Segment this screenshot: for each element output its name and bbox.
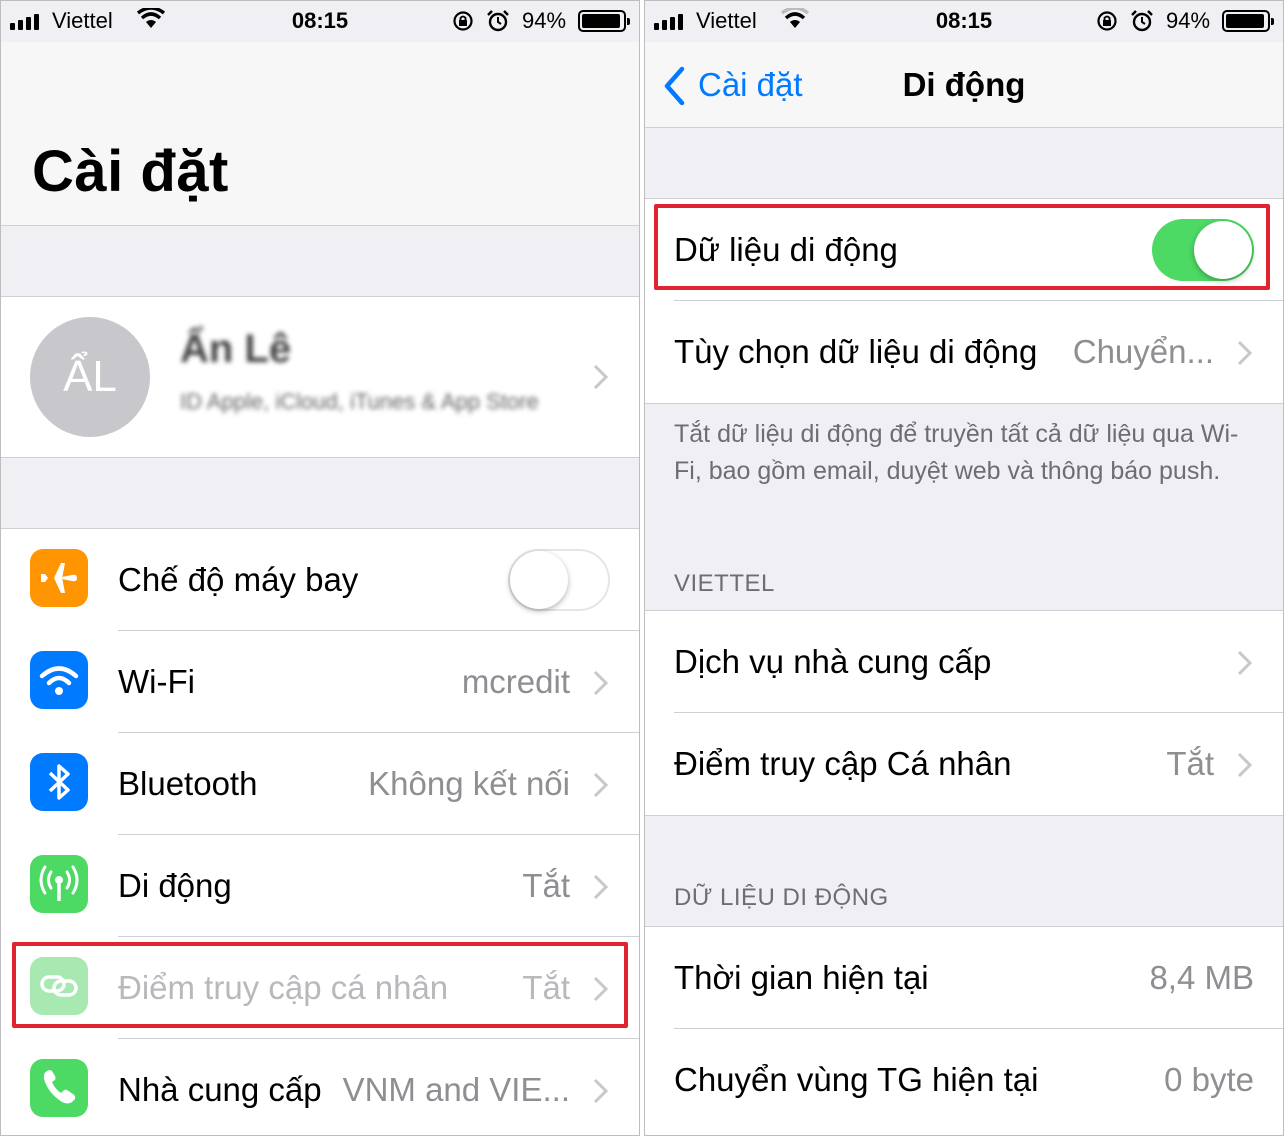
section-header-carrier: VIETTEL bbox=[674, 570, 775, 597]
battery-icon bbox=[1222, 10, 1274, 32]
battery-icon bbox=[578, 10, 630, 32]
rotation-lock-icon bbox=[1097, 11, 1117, 31]
wifi-icon bbox=[30, 651, 88, 709]
carrier-services-label: Dịch vụ nhà cung cấp bbox=[674, 643, 992, 680]
carrier-value: VNM and VIE... bbox=[342, 1071, 570, 1108]
phone-icon bbox=[30, 1059, 88, 1117]
avatar: ẨL bbox=[30, 317, 150, 437]
section-header-usage: DỮ LIỆU DI ĐỘNG bbox=[674, 884, 889, 911]
usage-group: Thời gian hiện tại 8,4 MB Chuyển vùng TG… bbox=[644, 926, 1284, 1136]
navigation-bar: Cài đặt Di động bbox=[644, 42, 1284, 128]
page-title: Cài đặt bbox=[32, 139, 229, 204]
status-bar: Viettel 08:15 94% bbox=[644, 0, 1284, 42]
list-item-bluetooth[interactable]: Bluetooth Không kết nối bbox=[0, 733, 640, 835]
cellular-data-options-row[interactable]: Tùy chọn dữ liệu di động Chuyển... bbox=[644, 301, 1284, 403]
settings-header: Cài đặt bbox=[0, 42, 640, 226]
cellular-data-options-value: Chuyển... bbox=[1072, 333, 1214, 370]
rotation-lock-icon bbox=[453, 11, 473, 31]
chevron-right-icon bbox=[1237, 752, 1253, 778]
battery-percent: 94% bbox=[1166, 8, 1211, 33]
roaming-label: Chuyển vùng TG hiện tại bbox=[674, 1061, 1039, 1098]
carrier-label: Nhà cung cấp bbox=[118, 1071, 322, 1108]
bluetooth-label: Bluetooth bbox=[118, 765, 258, 802]
cellular-label: Di động bbox=[118, 867, 232, 904]
roaming-value: 0 byte bbox=[1164, 1061, 1254, 1098]
current-period-row: Thời gian hiện tại 8,4 MB bbox=[644, 927, 1284, 1029]
highlight-box bbox=[654, 204, 1270, 290]
settings-list: Chế độ máy bay Wi-Fi mcredit Bluetooth K… bbox=[0, 528, 640, 1136]
alarm-icon bbox=[1131, 10, 1153, 32]
status-bar: Viettel 08:15 94% bbox=[0, 0, 640, 42]
profile-subtitle: ID Apple, iCloud, iTunes & App Store bbox=[180, 389, 539, 414]
profile-name: Ẩn Lê bbox=[180, 327, 292, 371]
current-period-label: Thời gian hiện tại bbox=[674, 959, 929, 996]
cellular-footer-text: Tắt dữ liệu di động để truyền tất cả dữ … bbox=[674, 420, 1239, 485]
page-title: Di động bbox=[902, 66, 1026, 103]
chevron-right-icon bbox=[593, 670, 609, 696]
airplane-mode-label: Chế độ máy bay bbox=[118, 561, 359, 598]
carrier-services-row[interactable]: Dịch vụ nhà cung cấp bbox=[644, 611, 1284, 713]
list-item-carrier[interactable]: Nhà cung cấp VNM and VIE... bbox=[0, 1039, 640, 1136]
list-item-wifi[interactable]: Wi-Fi mcredit bbox=[0, 631, 640, 733]
chevron-right-icon bbox=[593, 874, 609, 900]
highlight-box bbox=[12, 942, 628, 1028]
cellular-screen: Cài đặt Di động Viettel 08:15 94% Dữ liệ… bbox=[644, 0, 1284, 1136]
chevron-right-icon bbox=[1237, 340, 1253, 366]
airplane-icon bbox=[30, 549, 88, 607]
current-period-value: 8,4 MB bbox=[1149, 959, 1254, 996]
battery-percent: 94% bbox=[522, 8, 567, 33]
wifi-value: mcredit bbox=[461, 663, 570, 700]
alarm-icon bbox=[487, 10, 509, 32]
personal-hotspot-value: Tắt bbox=[1166, 745, 1214, 782]
personal-hotspot-row[interactable]: Điểm truy cập Cá nhân Tắt bbox=[644, 713, 1284, 815]
settings-screen: Cài đặt Viettel 08:15 94% ẨL Ẩn Lê ID Ap… bbox=[0, 0, 640, 1136]
profile-row[interactable]: ẨL Ẩn Lê ID Apple, iCloud, iTunes & App … bbox=[0, 296, 640, 458]
cellular-data-options-label: Tùy chọn dữ liệu di động bbox=[674, 333, 1038, 370]
personal-hotspot-label: Điểm truy cập Cá nhân bbox=[674, 745, 1012, 782]
chevron-right-icon bbox=[593, 364, 609, 390]
list-item-cellular[interactable]: Di động Tắt bbox=[0, 835, 640, 937]
bluetooth-icon bbox=[30, 753, 88, 811]
chevron-right-icon bbox=[1237, 650, 1253, 676]
airplane-mode-toggle[interactable] bbox=[508, 549, 610, 611]
list-item-airplane-mode: Chế độ máy bay bbox=[0, 529, 640, 631]
chevron-right-icon bbox=[593, 772, 609, 798]
carrier-group: Dịch vụ nhà cung cấp Điểm truy cập Cá nh… bbox=[644, 610, 1284, 816]
roaming-row: Chuyển vùng TG hiện tại 0 byte bbox=[644, 1029, 1284, 1131]
antenna-icon bbox=[30, 855, 88, 913]
wifi-label: Wi-Fi bbox=[118, 663, 195, 700]
chevron-right-icon bbox=[593, 1078, 609, 1104]
bluetooth-value: Không kết nối bbox=[368, 765, 570, 802]
cellular-value: Tắt bbox=[522, 867, 570, 904]
